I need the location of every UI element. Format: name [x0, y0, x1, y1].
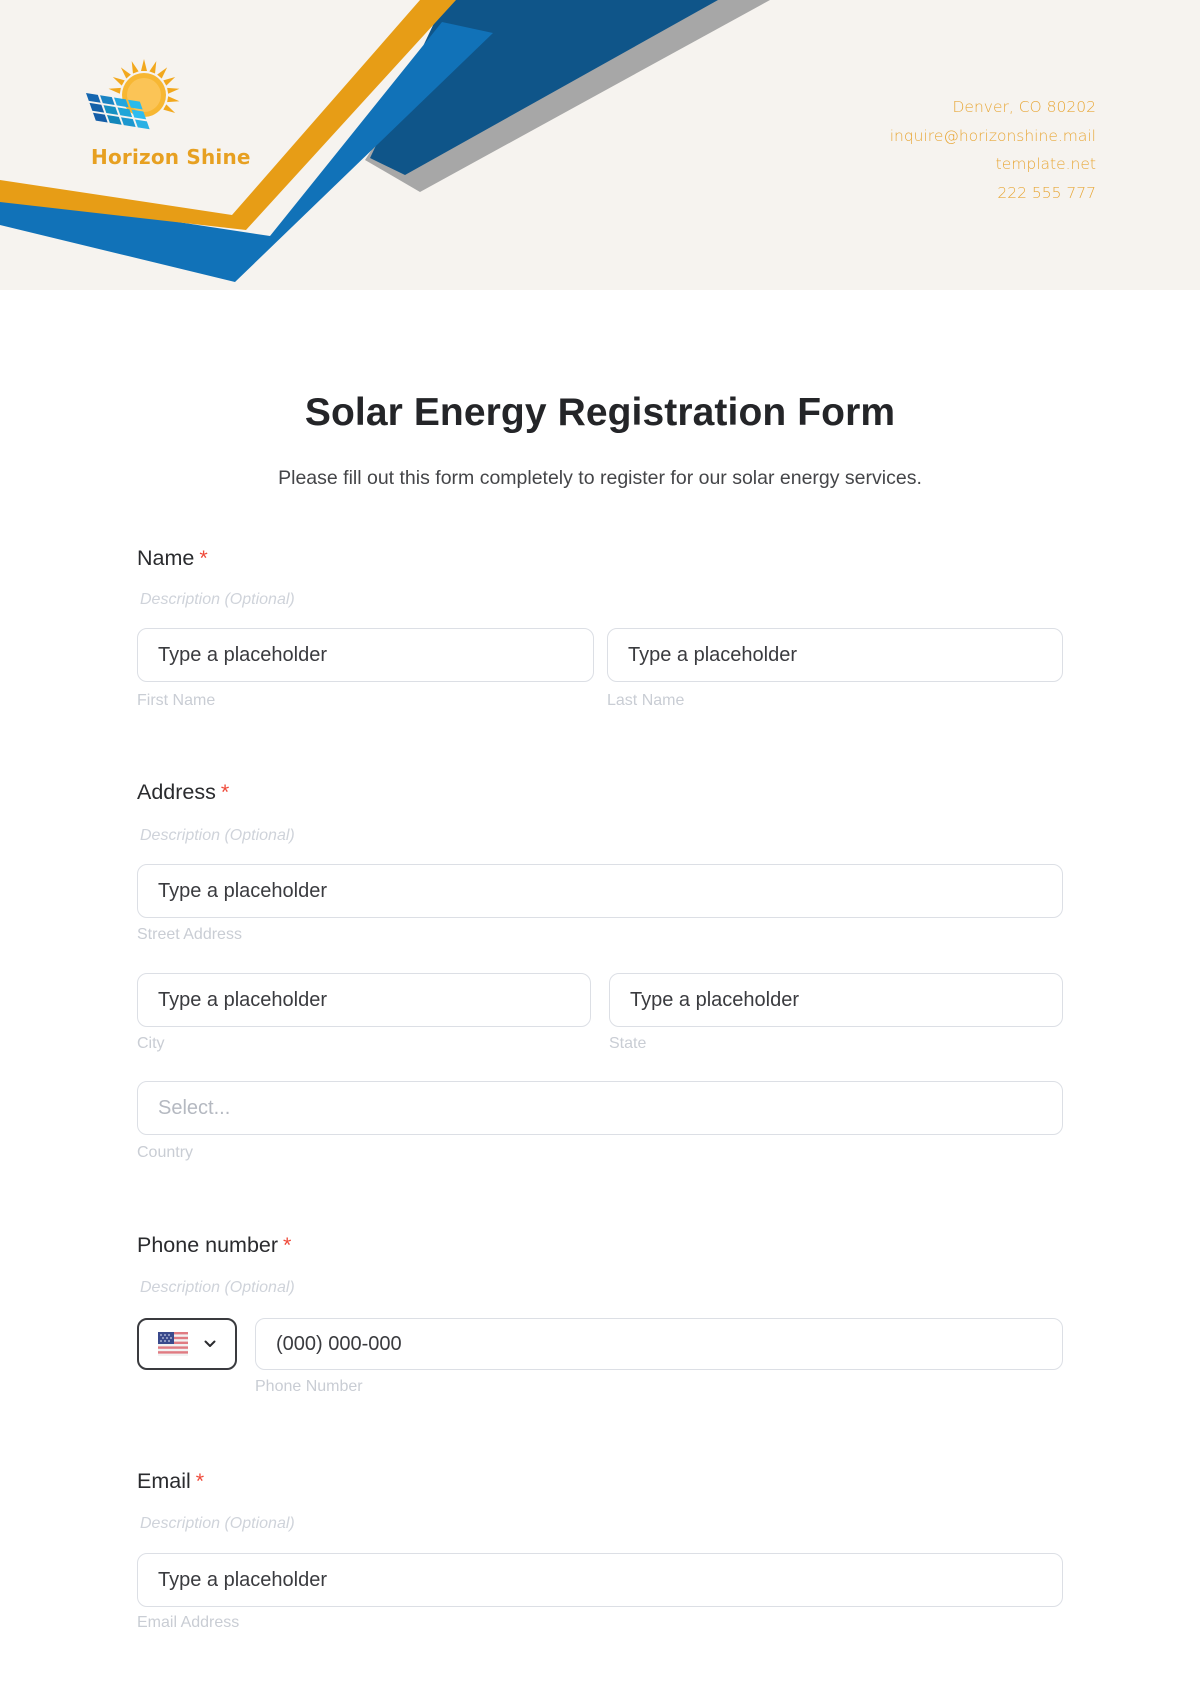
- country-sublabel: Country: [137, 1144, 194, 1161]
- contact-address: Denver, CO 80202: [952, 98, 1097, 116]
- contact-phone: 222 555 777: [997, 183, 1096, 202]
- phone-label-text: Phone number: [137, 1233, 279, 1257]
- company-name: Horizon Shine: [91, 145, 251, 169]
- name-field-label: Name *: [137, 546, 208, 571]
- email-field-label: Email *: [137, 1469, 204, 1494]
- phone-field-label: Phone number *: [137, 1233, 291, 1258]
- required-marker: *: [199, 546, 208, 570]
- contact-website[interactable]: template.net: [890, 150, 1096, 179]
- name-label-text: Name: [137, 546, 195, 570]
- required-marker: *: [195, 1469, 205, 1493]
- letterhead-header: Horizon Shine Denver, CO 80202 inquire@h…: [0, 0, 1200, 290]
- contact-email[interactable]: inquire@horizonshine.mail: [890, 122, 1096, 151]
- sun-solar-panel-icon: [86, 59, 180, 130]
- first-name-sublabel: First Name: [137, 692, 216, 709]
- email-description: Description (Optional): [140, 1515, 295, 1532]
- email-address-sublabel: Email Address: [137, 1614, 240, 1631]
- address-label-text: Address: [137, 780, 216, 804]
- name-description: Description (Optional): [140, 591, 295, 608]
- contact-info: Denver, CO 80202 inquire@horizonshine.ma…: [890, 93, 1096, 207]
- last-name-input[interactable]: Type a placeholder: [607, 628, 1063, 682]
- first-name-input[interactable]: Type a placeholder: [137, 628, 594, 682]
- country-code-select[interactable]: [137, 1318, 237, 1370]
- chevron-down-icon: [204, 1340, 216, 1347]
- last-name-sublabel: Last Name: [607, 692, 685, 709]
- city-input[interactable]: Type a placeholder: [137, 973, 591, 1027]
- address-field-label: Address *: [137, 780, 229, 805]
- email-input[interactable]: Type a placeholder: [137, 1553, 1063, 1607]
- required-marker: *: [220, 780, 230, 804]
- form-subtitle: Please fill out this form completely to …: [278, 467, 922, 489]
- state-input[interactable]: Type a placeholder: [609, 973, 1063, 1027]
- email-label-text: Email: [137, 1469, 191, 1493]
- address-description: Description (Optional): [140, 827, 295, 844]
- state-sublabel: State: [609, 1035, 647, 1052]
- phone-description: Description (Optional): [140, 1279, 295, 1296]
- us-flag-icon: [158, 1332, 188, 1356]
- street-address-input[interactable]: Type a placeholder: [137, 864, 1063, 918]
- street-address-sublabel: Street Address: [137, 926, 242, 943]
- required-marker: *: [283, 1233, 292, 1257]
- phone-number-sublabel: Phone Number: [255, 1378, 363, 1395]
- city-sublabel: City: [137, 1035, 165, 1052]
- form-title: Solar Energy Registration Form: [304, 391, 896, 434]
- phone-number-input[interactable]: (000) 000-000: [255, 1318, 1063, 1370]
- country-select[interactable]: Select...: [137, 1081, 1063, 1135]
